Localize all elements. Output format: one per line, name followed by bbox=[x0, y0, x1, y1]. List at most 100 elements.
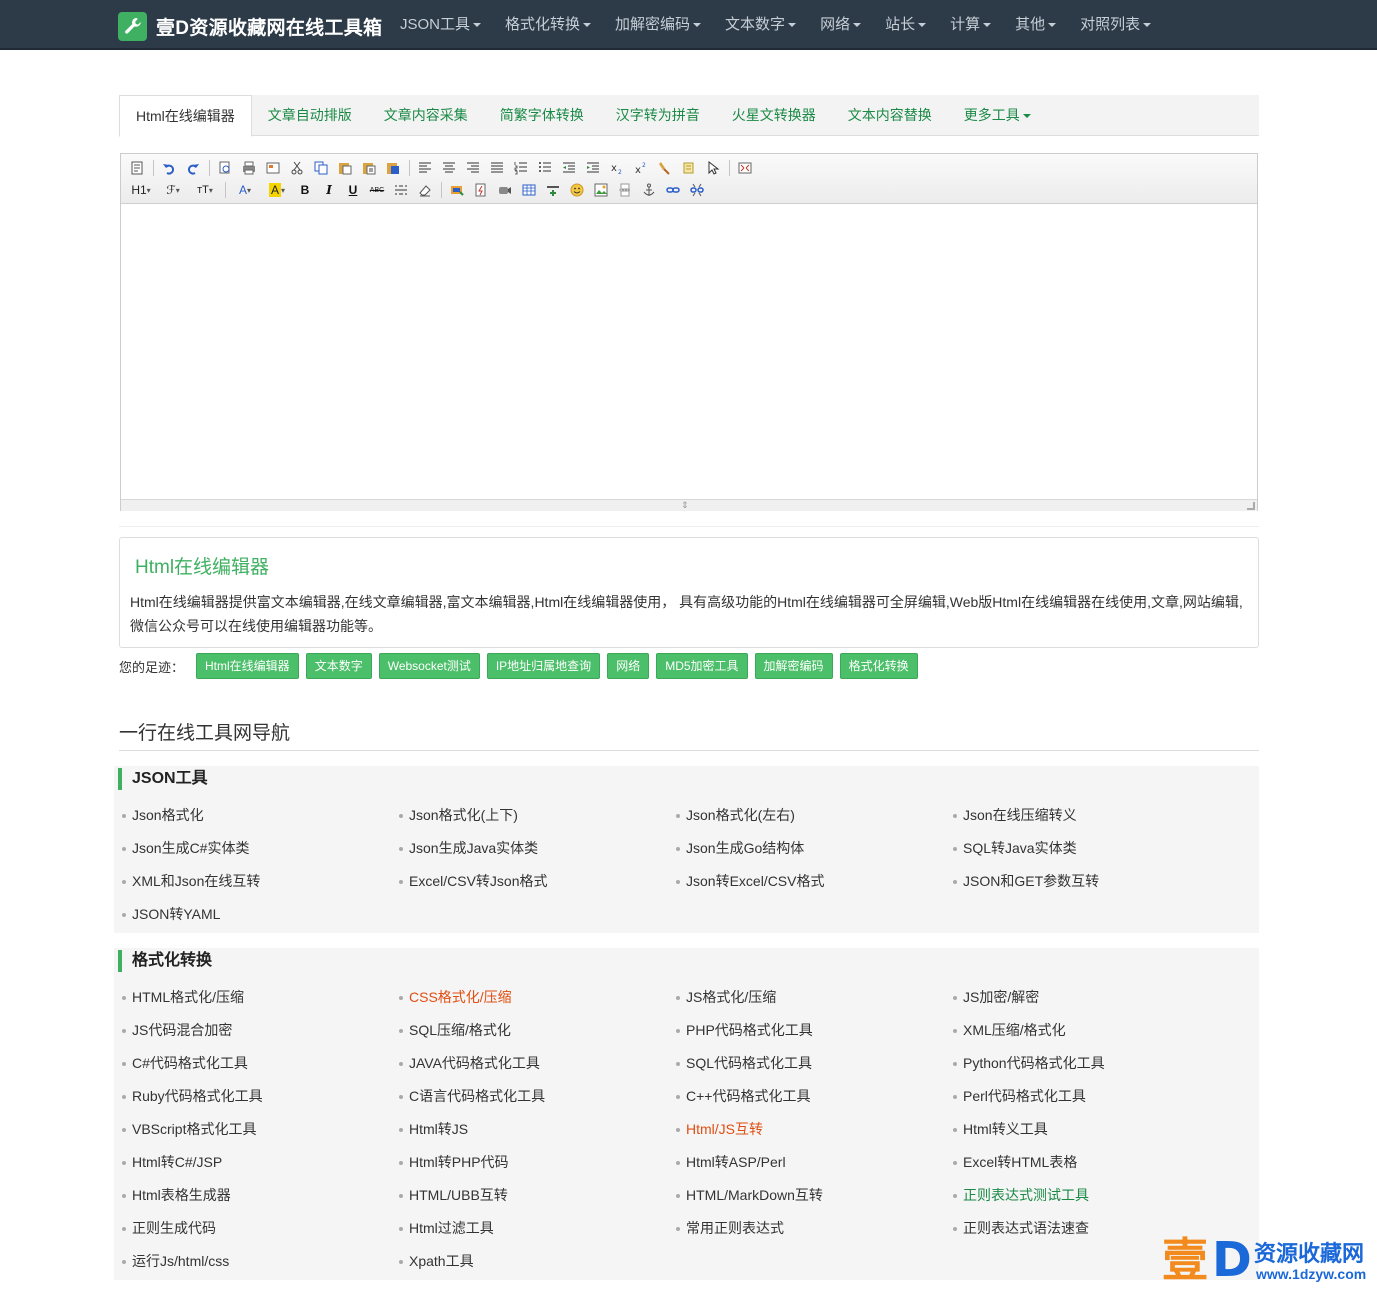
tool-link[interactable]: Json格式化(左右) bbox=[676, 799, 953, 832]
tool-link[interactable]: Ruby代码格式化工具 bbox=[122, 1080, 399, 1113]
undo-icon[interactable] bbox=[159, 158, 179, 178]
tool-link[interactable]: Html表格生成器 bbox=[122, 1179, 399, 1212]
tool-link[interactable]: Excel/CSV转Json格式 bbox=[399, 865, 676, 898]
footprint-tag[interactable]: 格式化转换 bbox=[839, 653, 918, 679]
nav-calc[interactable]: 计算 bbox=[938, 0, 1003, 50]
tool-link[interactable]: VBScript格式化工具 bbox=[122, 1113, 399, 1146]
tab-trad-simp[interactable]: 简繁字体转换 bbox=[484, 95, 600, 136]
tab-html-editor[interactable]: Html在线编辑器 bbox=[119, 95, 252, 137]
tool-link[interactable]: Xpath工具 bbox=[399, 1245, 676, 1278]
tool-link[interactable]: JS格式化/压缩 bbox=[676, 981, 953, 1014]
horizontal-rule-icon[interactable] bbox=[391, 180, 411, 200]
tab-pinyin[interactable]: 汉字转为拼音 bbox=[600, 95, 716, 136]
table-icon[interactable] bbox=[519, 180, 539, 200]
bold-button[interactable]: B bbox=[295, 180, 315, 200]
tool-link[interactable]: Json格式化 bbox=[122, 799, 399, 832]
brand[interactable]: 壹D资源收藏网在线工具箱 bbox=[118, 10, 382, 42]
tool-link[interactable]: SQL代码格式化工具 bbox=[676, 1047, 953, 1080]
tool-link[interactable]: HTML/UBB互转 bbox=[399, 1179, 676, 1212]
tool-link[interactable]: Json生成Java实体类 bbox=[399, 832, 676, 865]
redo-icon[interactable] bbox=[183, 158, 203, 178]
unordered-list-icon[interactable] bbox=[535, 158, 555, 178]
align-left-icon[interactable] bbox=[415, 158, 435, 178]
tool-link[interactable]: C语言代码格式化工具 bbox=[399, 1080, 676, 1113]
footprint-tag[interactable]: 网络 bbox=[607, 653, 650, 679]
fullscreen-icon[interactable] bbox=[735, 158, 755, 178]
tool-link[interactable]: XML压缩/格式化 bbox=[953, 1014, 1230, 1047]
image-icon[interactable] bbox=[591, 180, 611, 200]
tab-more-tools[interactable]: 更多工具 bbox=[948, 95, 1047, 136]
nav-format[interactable]: 格式化转换 bbox=[493, 0, 603, 50]
tool-link[interactable]: Html转C#/JSP bbox=[122, 1146, 399, 1179]
font-size-dropdown[interactable]: тT ▾ bbox=[191, 180, 219, 200]
select-all-icon[interactable] bbox=[703, 158, 723, 178]
print-icon[interactable] bbox=[239, 158, 259, 178]
subscript-icon[interactable]: x2 bbox=[607, 158, 627, 178]
clear-format-icon[interactable] bbox=[679, 158, 699, 178]
tool-link[interactable]: HTML格式化/压缩 bbox=[122, 981, 399, 1014]
tool-link[interactable]: Html转PHP代码 bbox=[399, 1146, 676, 1179]
tool-link[interactable]: Perl代码格式化工具 bbox=[953, 1080, 1230, 1113]
highlight-color-button[interactable]: A ▾ bbox=[263, 180, 291, 200]
tool-link[interactable]: XML和Json在线互转 bbox=[122, 865, 399, 898]
align-justify-icon[interactable] bbox=[487, 158, 507, 178]
tool-link[interactable]: JSON和GET参数互转 bbox=[953, 865, 1230, 898]
tool-link[interactable]: 正则表达式测试工具 bbox=[953, 1179, 1230, 1212]
tool-link[interactable]: Html转ASP/Perl bbox=[676, 1146, 953, 1179]
footprint-tag[interactable]: Html在线编辑器 bbox=[196, 653, 299, 679]
indent-icon[interactable] bbox=[583, 158, 603, 178]
tool-link[interactable]: 常用正则表达式 bbox=[676, 1212, 953, 1245]
tool-link[interactable]: HTML/MarkDown互转 bbox=[676, 1179, 953, 1212]
superscript-icon[interactable]: x2 bbox=[631, 158, 651, 178]
align-right-icon[interactable] bbox=[463, 158, 483, 178]
tool-link[interactable]: Json在线压缩转义 bbox=[953, 799, 1230, 832]
paste-icon[interactable] bbox=[335, 158, 355, 178]
font-color-button[interactable]: A ▾ bbox=[231, 180, 259, 200]
tool-link[interactable]: SQL压缩/格式化 bbox=[399, 1014, 676, 1047]
underline-button[interactable]: U bbox=[343, 180, 363, 200]
footprint-tag[interactable]: MD5加密工具 bbox=[656, 653, 748, 679]
align-center-icon[interactable] bbox=[439, 158, 459, 178]
cut-icon[interactable] bbox=[287, 158, 307, 178]
tab-text-replace[interactable]: 文本内容替换 bbox=[832, 95, 948, 136]
tool-link[interactable]: JS代码混合加密 bbox=[122, 1014, 399, 1047]
footprint-tag[interactable]: IP地址归属地查询 bbox=[486, 653, 601, 679]
nav-network[interactable]: 网络 bbox=[808, 0, 873, 50]
footprint-tag[interactable]: Websocket测试 bbox=[378, 653, 480, 679]
corner-resize-icon[interactable] bbox=[1247, 502, 1255, 510]
outdent-icon[interactable] bbox=[559, 158, 579, 178]
tool-link[interactable]: Html/JS互转 bbox=[676, 1113, 953, 1146]
format-brush-icon[interactable] bbox=[655, 158, 675, 178]
nav-text[interactable]: 文本数字 bbox=[713, 0, 808, 50]
insert-row-icon[interactable] bbox=[543, 180, 563, 200]
nav-json[interactable]: JSON工具 bbox=[388, 0, 493, 50]
tool-link[interactable]: 运行Js/html/css bbox=[122, 1245, 399, 1278]
tool-link[interactable]: C++代码格式化工具 bbox=[676, 1080, 953, 1113]
strikethrough-button[interactable]: ABC bbox=[367, 180, 387, 200]
heading-dropdown[interactable]: H1 ▾ bbox=[127, 180, 155, 200]
footprint-tag[interactable]: 加解密编码 bbox=[754, 653, 833, 679]
tool-link[interactable]: JS加密/解密 bbox=[953, 981, 1230, 1014]
tool-link[interactable]: Html过滤工具 bbox=[399, 1212, 676, 1245]
media-icon[interactable] bbox=[495, 180, 515, 200]
footprint-tag[interactable]: 文本数字 bbox=[305, 653, 372, 679]
tool-link[interactable]: Html转JS bbox=[399, 1113, 676, 1146]
template-icon[interactable] bbox=[263, 158, 283, 178]
ordered-list-icon[interactable] bbox=[511, 158, 531, 178]
tool-link[interactable]: Json生成C#实体类 bbox=[122, 832, 399, 865]
tool-link[interactable]: SQL转Java实体类 bbox=[953, 832, 1230, 865]
preview-icon[interactable] bbox=[215, 158, 235, 178]
italic-button[interactable]: I bbox=[319, 180, 339, 200]
tab-martian-text[interactable]: 火星文转换器 bbox=[716, 95, 832, 136]
nav-other[interactable]: 其他 bbox=[1003, 0, 1068, 50]
copy-icon[interactable] bbox=[311, 158, 331, 178]
nav-reference[interactable]: 对照列表 bbox=[1068, 0, 1163, 50]
tool-link[interactable]: JSON转YAML bbox=[122, 898, 399, 931]
font-family-dropdown[interactable]: ℱ ▾ bbox=[159, 180, 187, 200]
tab-auto-layout[interactable]: 文章自动排版 bbox=[252, 95, 368, 136]
unlink-icon[interactable] bbox=[687, 180, 707, 200]
tool-link[interactable]: C#代码格式化工具 bbox=[122, 1047, 399, 1080]
flash-icon[interactable] bbox=[471, 180, 491, 200]
anchor-icon[interactable] bbox=[639, 180, 659, 200]
tool-link[interactable]: Html转义工具 bbox=[953, 1113, 1230, 1146]
